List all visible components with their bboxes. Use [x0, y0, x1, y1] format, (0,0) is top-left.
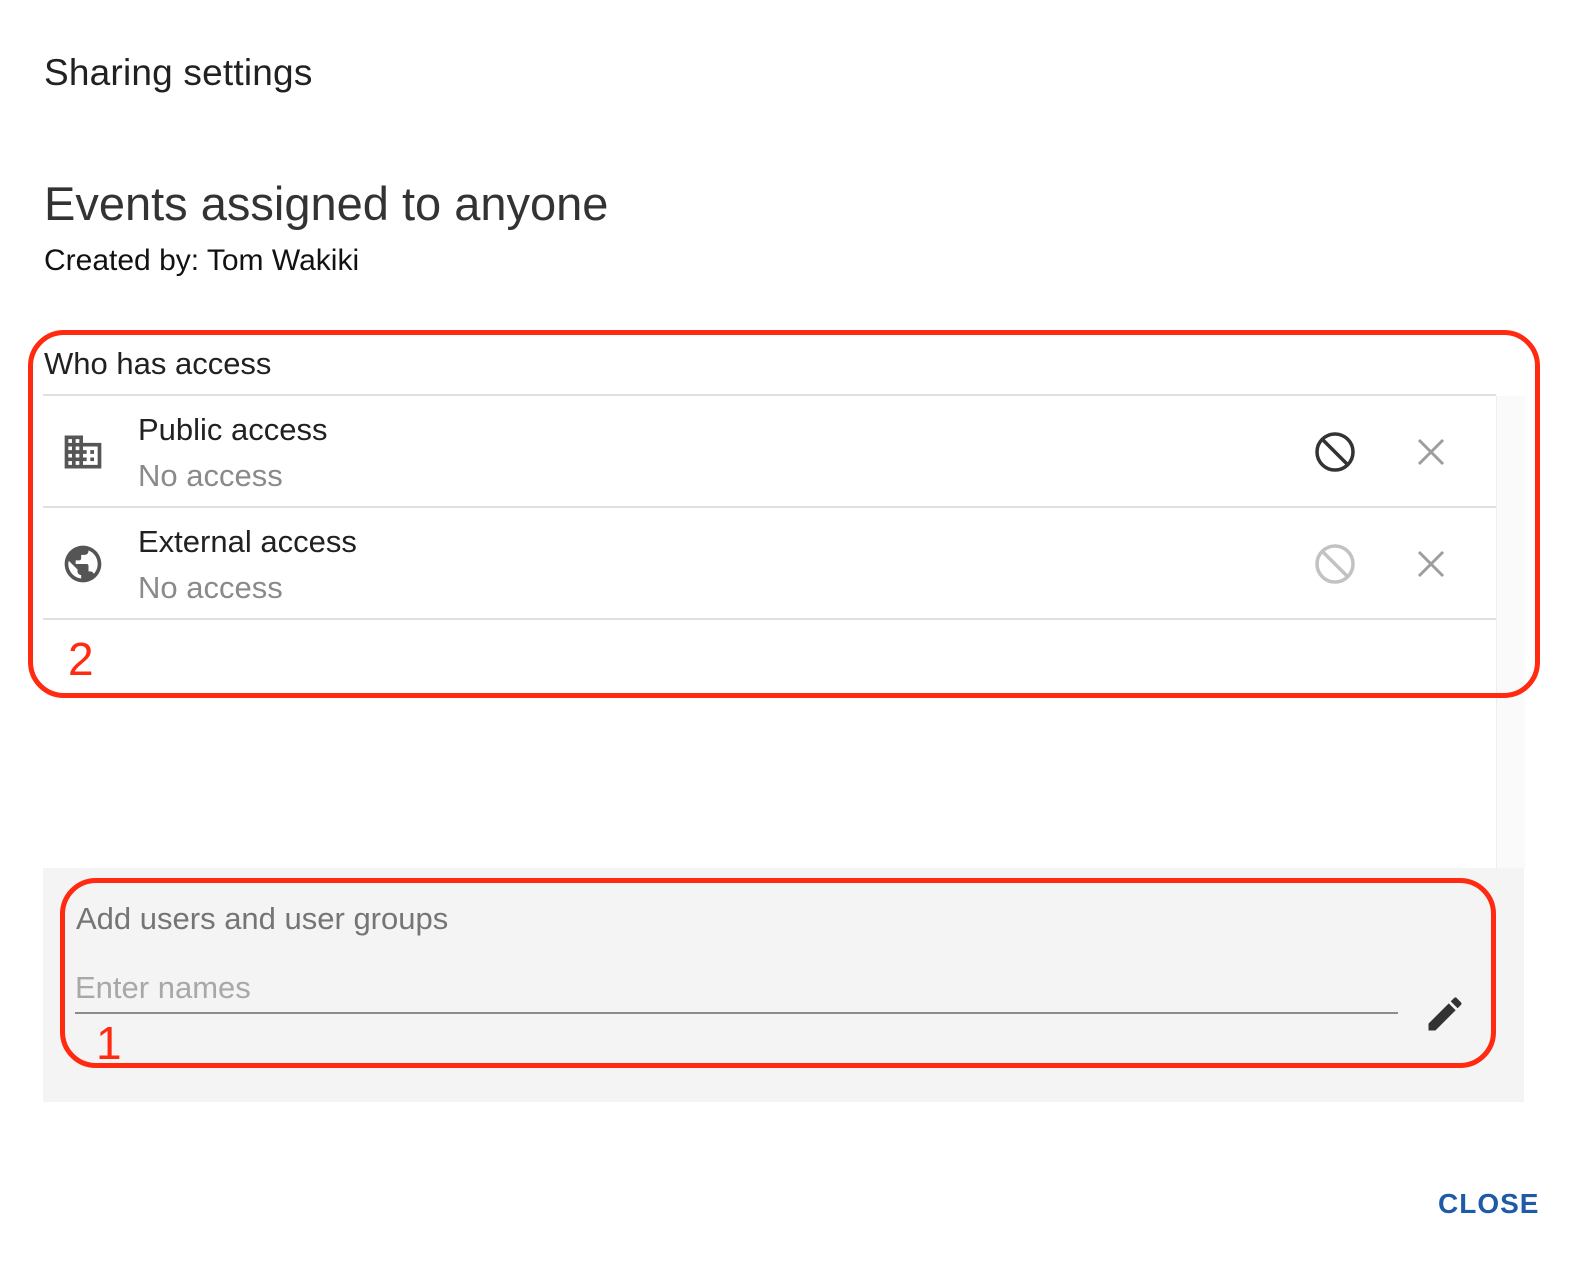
no-access-icon[interactable]: [1313, 542, 1357, 586]
dialog-title: Sharing settings: [44, 52, 313, 93]
access-row-public: Public access No access: [43, 396, 1496, 508]
access-list-scrollbar[interactable]: [1496, 396, 1525, 868]
annotation-label-2: 2: [68, 633, 94, 685]
object-name: Events assigned to anyone: [44, 177, 609, 230]
access-list: Public access No access External access …: [43, 394, 1496, 870]
building-icon: [61, 430, 105, 474]
created-by-text: Created by: Tom Wakiki: [44, 244, 360, 277]
access-row-name: Public access: [138, 412, 328, 447]
remove-icon[interactable]: [1413, 434, 1449, 470]
globe-icon: [61, 542, 105, 586]
add-users-title: Add users and user groups: [76, 901, 449, 936]
access-row-external: External access No access: [43, 508, 1496, 620]
annotation-label-1: 1: [96, 1017, 122, 1069]
no-access-icon[interactable]: [1313, 430, 1357, 474]
add-users-panel: Add users and user groups: [43, 868, 1524, 1102]
access-row-level: No access: [138, 458, 283, 493]
enter-names-input[interactable]: [75, 964, 1398, 1014]
edit-icon[interactable]: [1423, 992, 1467, 1036]
access-row-name: External access: [138, 524, 357, 559]
access-row-level: No access: [138, 570, 283, 605]
remove-icon[interactable]: [1413, 546, 1449, 582]
close-button[interactable]: CLOSE: [1420, 1184, 1557, 1224]
who-has-access-label: Who has access: [44, 346, 272, 381]
